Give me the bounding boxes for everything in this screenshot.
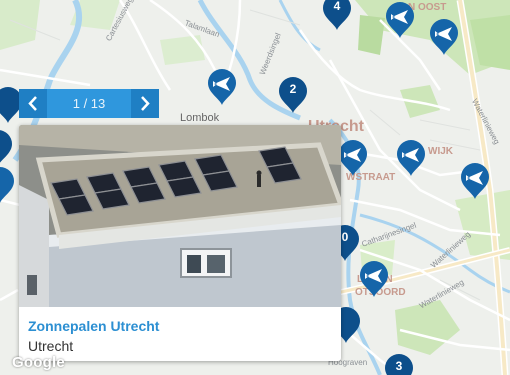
chevron-left-icon bbox=[28, 96, 37, 111]
popup-city: Utrecht bbox=[28, 338, 74, 354]
next-button[interactable] bbox=[131, 89, 159, 118]
airplane-icon bbox=[365, 269, 382, 283]
popup-photo bbox=[19, 125, 341, 307]
previous-button[interactable] bbox=[19, 89, 47, 118]
info-popup[interactable]: Zonnepalen Utrecht Utrecht bbox=[19, 125, 341, 361]
cluster-pin[interactable]: 2 bbox=[277, 75, 309, 115]
popup-pager: 1 / 13 bbox=[19, 89, 159, 118]
map-pin[interactable] bbox=[459, 161, 491, 201]
map-pin[interactable] bbox=[206, 67, 238, 107]
airplane-icon bbox=[402, 148, 419, 162]
map-pin[interactable] bbox=[337, 138, 369, 178]
airplane-icon bbox=[435, 27, 452, 41]
cluster-count: 3 bbox=[395, 359, 403, 373]
airplane-icon bbox=[344, 148, 361, 162]
airplane-icon bbox=[466, 171, 483, 185]
place-label-lombok: Lombok bbox=[180, 112, 220, 124]
airplane-icon bbox=[391, 10, 408, 24]
cluster-pin[interactable]: 4 bbox=[321, 0, 353, 32]
place-label-wijk: WIJK bbox=[428, 146, 453, 157]
cluster-pin[interactable] bbox=[0, 128, 14, 168]
map-pin[interactable] bbox=[384, 0, 416, 40]
map-pin[interactable] bbox=[0, 165, 16, 205]
cluster-count: 2 bbox=[289, 82, 297, 96]
map-pin[interactable] bbox=[358, 259, 390, 299]
map-pin[interactable] bbox=[395, 138, 427, 178]
chevron-right-icon bbox=[141, 96, 150, 111]
cluster-count: 4 bbox=[333, 0, 341, 13]
airplane-icon bbox=[213, 77, 230, 91]
cluster-pin[interactable]: 3 bbox=[383, 352, 415, 375]
map-pin[interactable] bbox=[428, 17, 460, 57]
map[interactable]: Cartesiusweg Weerdsingel Talamlaan Water… bbox=[0, 0, 510, 375]
popup-title[interactable]: Zonnepalen Utrecht bbox=[28, 318, 159, 334]
pager-count: 1 / 13 bbox=[72, 96, 106, 111]
google-logo[interactable]: Google bbox=[12, 354, 65, 371]
